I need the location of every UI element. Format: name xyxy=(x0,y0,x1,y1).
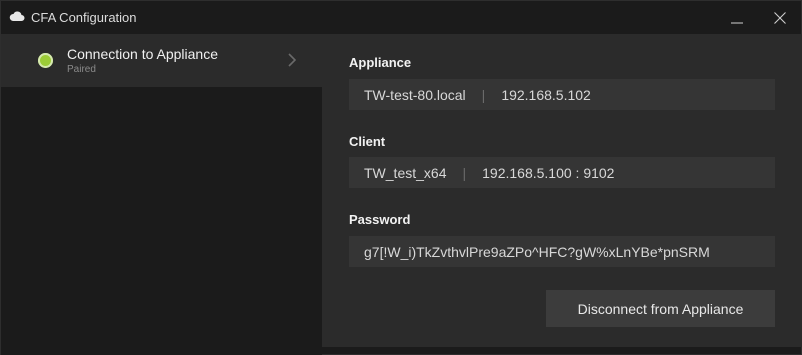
appliance-ip: 192.168.5.102 xyxy=(501,86,591,103)
appliance-field: TW-test-80.local | 192.168.5.102 xyxy=(349,79,775,110)
password-field[interactable]: g7[!W_i)TkZvthvlPre9aZPo^HFC?gW%xLnYBe*p… xyxy=(349,236,775,267)
client-field: TW_test_x64 | 192.168.5.100 : 9102 xyxy=(349,157,775,188)
title-bar: CFA Configuration xyxy=(1,1,801,34)
close-button[interactable] xyxy=(757,1,802,34)
cloud-icon xyxy=(9,11,25,21)
field-separator: | xyxy=(481,86,486,103)
minimize-icon xyxy=(731,22,743,23)
appliance-hostname: TW-test-80.local xyxy=(364,86,466,103)
client-hostname: TW_test_x64 xyxy=(364,164,447,181)
client-heading: Client xyxy=(349,134,386,149)
main-panel: Appliance TW-test-80.local | 192.168.5.1… xyxy=(322,34,802,347)
cfa-configuration-window: CFA Configuration Connection to Applianc… xyxy=(0,0,802,355)
close-icon xyxy=(774,11,786,24)
status-indicator-icon xyxy=(38,53,53,68)
sidebar-item-connection-to-appliance[interactable]: Connection to Appliance Paired xyxy=(1,34,322,87)
sidebar-item-status: Paired xyxy=(67,64,96,75)
appliance-heading: Appliance xyxy=(349,55,412,70)
password-heading: Password xyxy=(349,212,411,227)
disconnect-button[interactable]: Disconnect from Appliance xyxy=(546,290,775,327)
field-separator: | xyxy=(462,164,467,181)
minimize-button[interactable] xyxy=(714,1,760,34)
client-address: 192.168.5.100 : 9102 xyxy=(482,164,615,181)
window-title: CFA Configuration xyxy=(31,10,137,25)
sidebar: Connection to Appliance Paired xyxy=(1,34,322,355)
chevron-right-icon xyxy=(288,53,297,67)
password-value[interactable]: g7[!W_i)TkZvthvlPre9aZPo^HFC?gW%xLnYBe*p… xyxy=(364,244,710,260)
sidebar-item-label: Connection to Appliance xyxy=(67,46,218,62)
